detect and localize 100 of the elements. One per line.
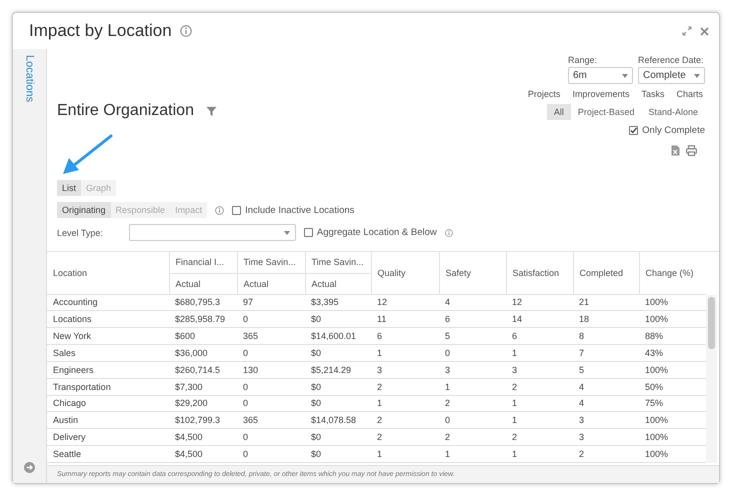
scope-segment[interactable]: Project-Based — [570, 104, 642, 120]
type-link[interactable]: Improvements — [572, 89, 630, 99]
arrow-circle-icon[interactable] — [24, 462, 35, 473]
table-cell: 4 — [573, 395, 639, 412]
excel-export-icon[interactable] — [671, 145, 680, 156]
table-cell: $29,200 — [169, 395, 237, 412]
table-cell: $260,714.5 — [169, 361, 237, 378]
table-cell: 6 — [371, 328, 439, 345]
table-cell: 1 — [506, 344, 573, 362]
filter-icon[interactable] — [206, 106, 217, 116]
expand-icon[interactable] — [682, 26, 692, 36]
table-cell: Engineers — [47, 361, 169, 378]
scope-segment[interactable]: All — [546, 104, 571, 120]
column-header: Change (%) — [639, 252, 706, 294]
table-cell: $0 — [305, 395, 371, 412]
table-cell: 14 — [506, 310, 573, 328]
type-link[interactable]: Tasks — [641, 89, 664, 99]
table-cell: 1 — [506, 446, 573, 462]
view-tab[interactable]: List — [57, 180, 82, 196]
column-header: Quality — [371, 252, 439, 294]
table-cell: 3 — [573, 428, 639, 446]
table-cell: 2 — [439, 395, 506, 412]
table-cell: $14,078.58 — [305, 412, 371, 429]
table-cell: $102,799.3 — [169, 412, 237, 429]
table-cell: 3 — [573, 412, 639, 429]
table-cell: $0 — [305, 310, 371, 328]
column-subheader: Actual — [169, 273, 237, 294]
table-cell: 1 — [371, 446, 439, 462]
checkmark-icon — [630, 127, 638, 134]
table-cell: 11 — [371, 310, 439, 328]
table-cell: 365 — [237, 412, 305, 429]
table-cell: 1 — [371, 344, 439, 362]
info-icon[interactable] — [180, 25, 192, 37]
column-header: Time Savin... — [237, 252, 305, 273]
table-cell: 3 — [371, 361, 439, 378]
scope-segment[interactable]: Stand-Alone — [641, 104, 705, 120]
range-label: Range: — [568, 55, 598, 65]
column-header: Time Savin... — [305, 252, 371, 273]
column-subheader: Actual — [237, 273, 305, 294]
table-cell: 1 — [506, 412, 573, 429]
level-type-label: Level Type: — [57, 228, 103, 238]
table-cell: 4 — [573, 378, 639, 396]
table-cell: 1 — [439, 446, 506, 462]
table-cell: 0 — [237, 344, 305, 362]
table-cell: 2 — [371, 428, 439, 446]
table-cell: Transportation — [47, 378, 169, 396]
info-icon[interactable] — [215, 206, 224, 214]
table-cell: Seattle — [47, 446, 169, 462]
table-cell: 5 — [439, 328, 506, 345]
table-cell: Locations — [47, 310, 169, 328]
type-link[interactable]: Projects — [528, 89, 560, 99]
perspective-tab[interactable]: Originating — [57, 202, 111, 218]
table-cell: 97 — [237, 294, 305, 311]
table-cell: $0 — [305, 446, 371, 462]
table-cell: 3 — [439, 361, 506, 378]
pointer-arrow — [61, 134, 113, 176]
table-cell: $0 — [305, 378, 371, 396]
table-cell: 1 — [371, 395, 439, 412]
table-cell: $4,500 — [169, 446, 237, 462]
column-header: Safety — [439, 252, 506, 294]
table-cell: 21 — [573, 294, 639, 311]
column-header: Satisfaction — [506, 252, 573, 294]
table-cell: $0 — [305, 344, 371, 362]
table-cell: 4 — [439, 294, 506, 311]
table-cell: $3,395 — [305, 294, 371, 311]
table-cell: 8 — [573, 328, 639, 345]
table-cell: 2 — [439, 428, 506, 446]
checkbox-option[interactable]: Only Complete — [629, 125, 705, 136]
column-header: Completed — [573, 252, 639, 294]
table-cell: 0 — [237, 428, 305, 446]
table-cell: Chicago — [47, 395, 169, 412]
table-cell: 1 — [439, 378, 506, 396]
table-cell: 7 — [573, 344, 639, 362]
close-icon[interactable] — [700, 26, 709, 36]
table-cell: $36,000 — [169, 344, 237, 362]
reference-date-label: Reference Date: — [638, 55, 705, 65]
table-cell: $7,300 — [169, 378, 237, 396]
table-cell: 2 — [573, 446, 639, 462]
column-header: Location — [47, 252, 169, 294]
checkbox-option[interactable]: Include Inactive Locations — [232, 204, 354, 216]
info-icon[interactable] — [444, 228, 453, 236]
table-cell: $285,958.79 — [169, 310, 237, 328]
table-cell: $600 — [169, 328, 237, 345]
table-cell: 2 — [371, 378, 439, 396]
range-select[interactable]: 6m — [568, 67, 633, 84]
table-cell: 2 — [371, 412, 439, 429]
reference-date-select[interactable]: Complete — [638, 67, 705, 84]
scrollbar[interactable] — [706, 295, 717, 463]
type-link[interactable]: Charts — [676, 89, 703, 99]
table-cell: 130 — [237, 361, 305, 378]
table-cell: Accounting — [47, 294, 169, 311]
table-cell: Austin — [47, 412, 169, 429]
table-cell: $0 — [305, 428, 371, 446]
table-cell: 18 — [573, 310, 639, 328]
print-icon[interactable] — [686, 145, 697, 156]
checkbox-option[interactable]: Aggregate Location & Below — [304, 227, 437, 238]
table-cell: Sales — [47, 344, 169, 362]
column-header: Financial I... — [169, 252, 237, 273]
table-cell: 0 — [237, 446, 305, 462]
organization-heading: Entire Organization — [57, 102, 194, 120]
